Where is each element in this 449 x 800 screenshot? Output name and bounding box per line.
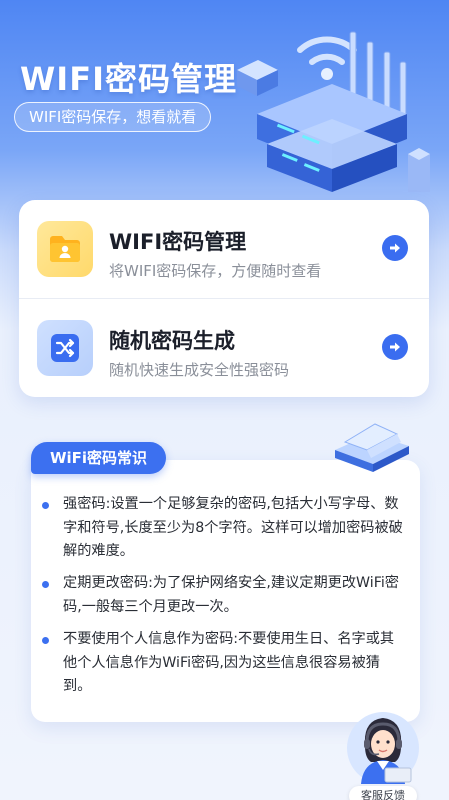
book-illustration	[335, 423, 409, 472]
tip-text: 不要使用个人信息作为密码:不要使用生日、名字或其他个人信息作为WiFi密码,因为…	[63, 631, 395, 694]
feature-random-password-generator[interactable]: 随机密码生成 随机快速生成安全性强密码	[19, 298, 429, 396]
page-subtitle: WIFI密码保存，想看就看	[14, 102, 212, 132]
folder-user-icon	[37, 221, 93, 277]
bullet-icon	[42, 502, 49, 509]
feature-description: 随机快速生成安全性强密码	[109, 361, 290, 379]
bullet-icon	[42, 637, 49, 644]
arrow-right-icon	[390, 243, 400, 253]
feature-card: WIFI密码管理 将WIFI密码保存，方便随时查看 随机密码生成 随机快速生成安…	[19, 200, 429, 397]
tip-item: 强密码:设置一个足够复杂的密码,包括大小写字母、数字和符号,长度至少为8个字符。…	[42, 493, 403, 564]
arrow-right-button[interactable]	[382, 334, 408, 360]
feature-title: WIFI密码管理	[109, 230, 247, 254]
arrow-right-icon	[390, 342, 400, 352]
tip-text: 强密码:设置一个足够复杂的密码,包括大小写字母、数字和符号,长度至少为8个字符。…	[63, 496, 403, 559]
server-router-illustration	[237, 31, 430, 192]
feature-description: 将WIFI密码保存，方便随时查看	[109, 262, 322, 280]
customer-service-avatar-icon	[347, 712, 419, 784]
feature-wifi-password-manager[interactable]: WIFI密码管理 将WIFI密码保存，方便随时查看	[19, 200, 429, 298]
tip-item: 定期更改密码:为了保护网络安全,建议定期更改WiFi密码,一般每三个月更改一次。	[42, 572, 403, 619]
customer-service-button[interactable]: 客服反馈	[341, 706, 423, 800]
bullet-icon	[42, 581, 49, 588]
feature-title: 随机密码生成	[109, 329, 235, 353]
page-title: WIFI密码管理	[20, 60, 237, 98]
tip-text: 定期更改密码:为了保护网络安全,建议定期更改WiFi密码,一般每三个月更改一次。	[63, 575, 399, 615]
customer-service-label: 客服反馈	[349, 786, 417, 800]
tips-header: WiFi密码常识	[31, 442, 166, 474]
arrow-right-button[interactable]	[382, 235, 408, 261]
shuffle-icon	[37, 320, 93, 376]
tip-item: 不要使用个人信息作为密码:不要使用生日、名字或其他个人信息作为WiFi密码,因为…	[42, 628, 403, 699]
